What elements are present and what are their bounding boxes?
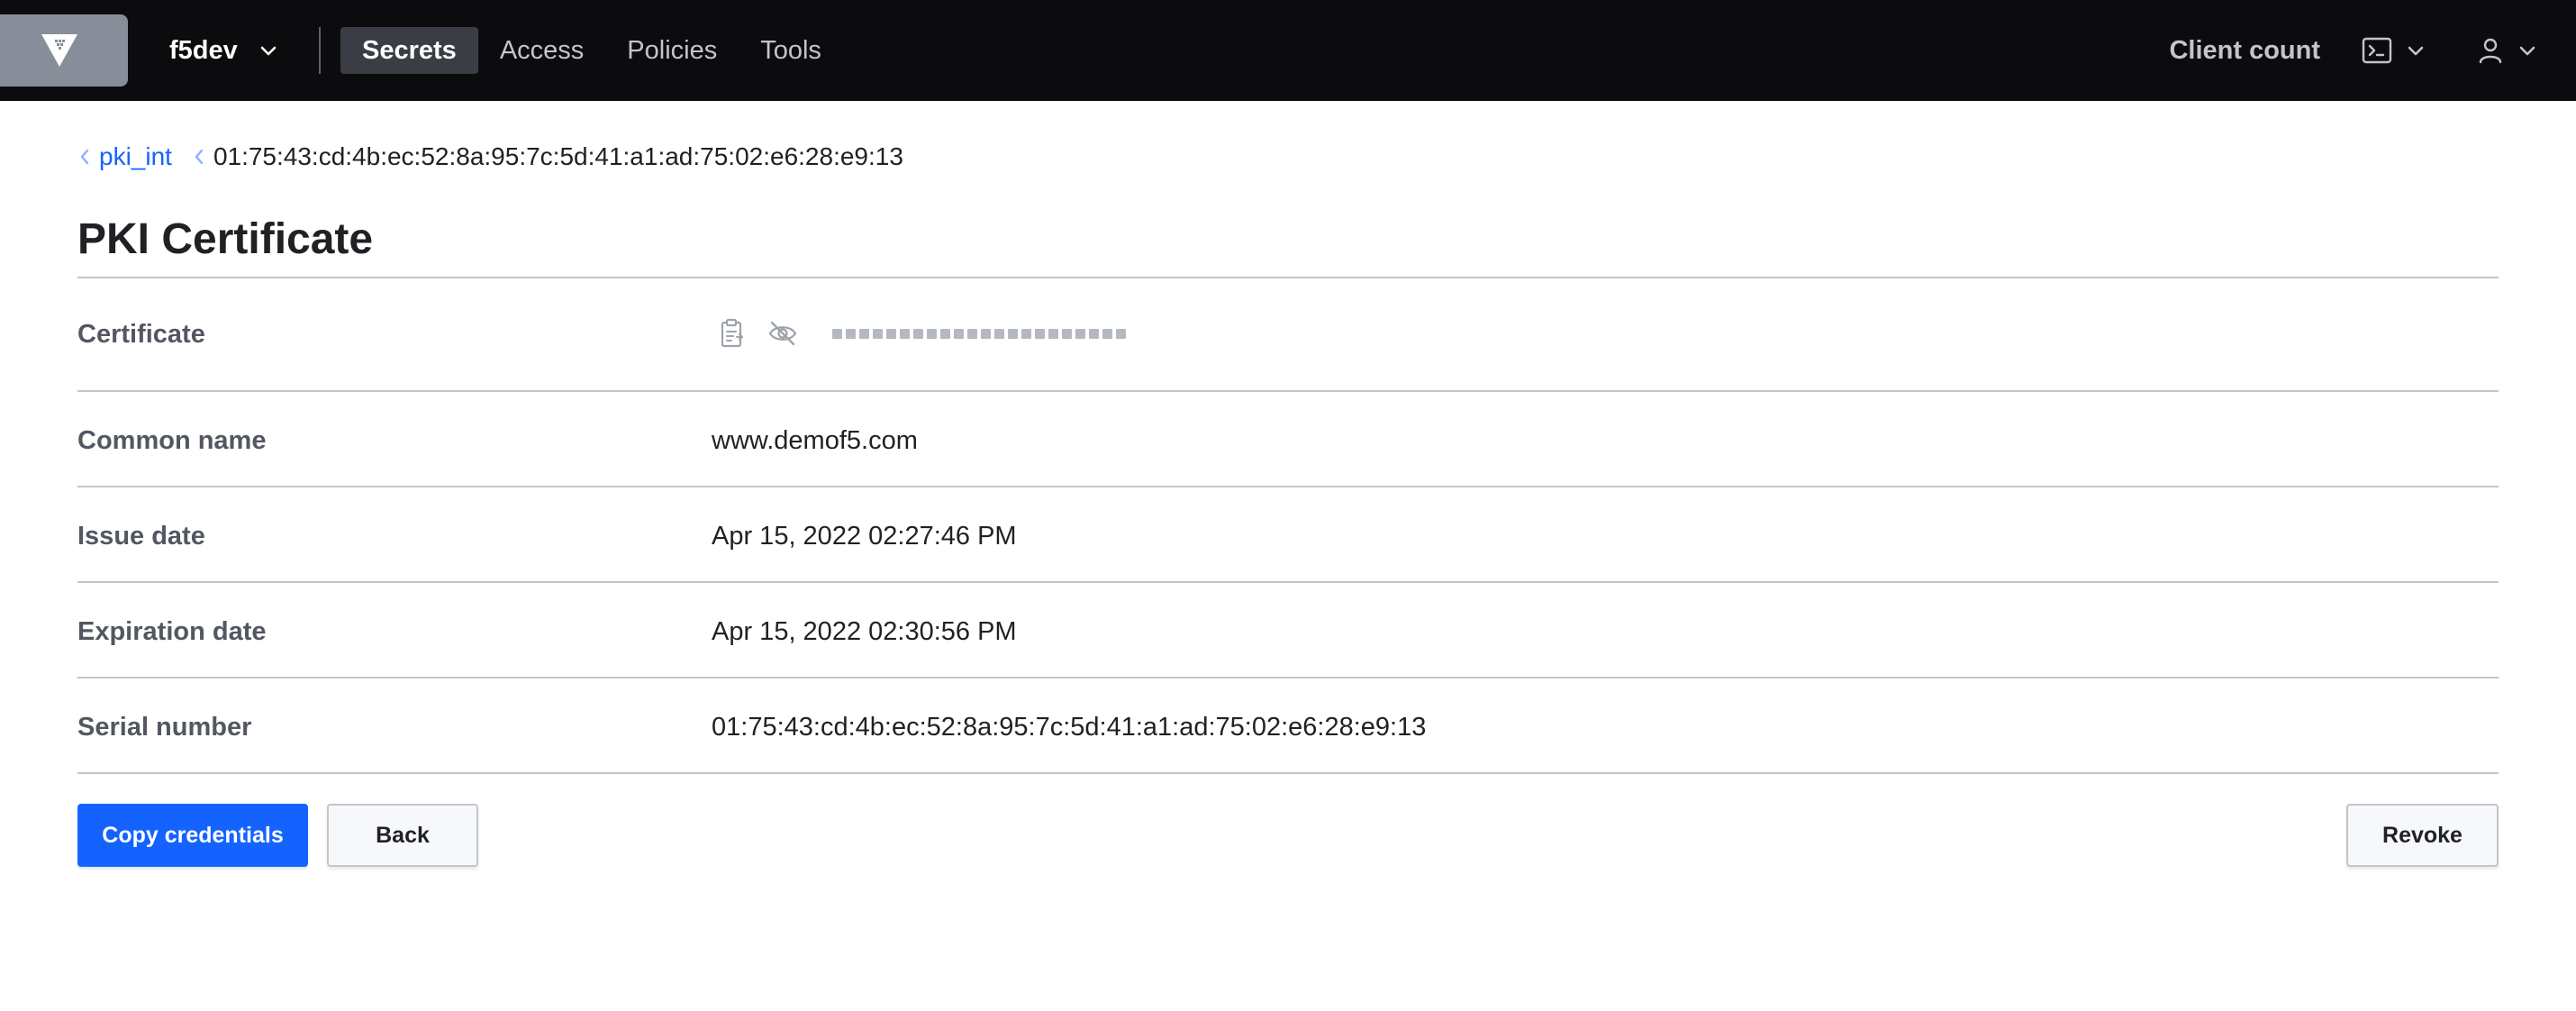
nav-divider — [319, 27, 321, 74]
user-menu-toggle[interactable] — [2477, 37, 2538, 64]
copy-clipboard-icon[interactable] — [719, 318, 746, 349]
breadcrumb: pki_int 01:75:43:cd:4b:ec:52:8a:95:7c:5d… — [77, 142, 903, 171]
nav-link-secrets[interactable]: Secrets — [340, 27, 478, 74]
eye-off-icon[interactable] — [767, 320, 798, 347]
client-count-link[interactable]: Client count — [2169, 36, 2320, 66]
info-row-expiration-date: Expiration date Apr 15, 2022 02:30:56 PM — [77, 583, 2499, 679]
info-value-issue-date: Apr 15, 2022 02:27:46 PM — [712, 522, 1017, 551]
info-label: Common name — [77, 426, 267, 455]
page-title: PKI Certificate — [77, 215, 374, 263]
user-icon — [2479, 38, 2502, 64]
back-button[interactable]: Back — [327, 804, 478, 867]
console-menu-toggle[interactable] — [2362, 37, 2426, 64]
chevron-down-icon — [260, 46, 277, 56]
copy-credentials-button[interactable]: Copy credentials — [77, 804, 308, 867]
info-row-serial-number: Serial number 01:75:43:cd:4b:ec:52:8a:95… — [77, 679, 2499, 774]
nav-link-policies[interactable]: Policies — [605, 27, 739, 74]
info-row-issue-date: Issue date Apr 15, 2022 02:27:46 PM — [77, 487, 2499, 583]
nav-link-tools[interactable]: Tools — [739, 27, 843, 74]
chevron-left-icon — [192, 146, 204, 168]
info-row-certificate: Certificate — [77, 278, 2499, 392]
masked-dots — [832, 328, 1126, 339]
info-label: Certificate — [77, 320, 205, 349]
vault-logo-icon — [41, 34, 77, 67]
breadcrumb-current: 01:75:43:cd:4b:ec:52:8a:95:7c:5d:41:a1:a… — [213, 142, 903, 170]
chevron-left-icon — [77, 146, 90, 168]
namespace-name: f5dev — [169, 35, 238, 65]
breadcrumb-link-pki-int[interactable]: pki_int — [99, 142, 172, 171]
console-icon — [2362, 37, 2392, 64]
nav-right: Client count — [2169, 27, 2576, 74]
nav-link-access[interactable]: Access — [478, 27, 605, 74]
vault-logo-button[interactable] — [0, 14, 128, 87]
info-label: Issue date — [77, 522, 205, 551]
chevron-down-icon — [2408, 46, 2424, 56]
namespace-switcher[interactable]: f5dev — [169, 27, 279, 74]
info-value-common-name: www.demof5.com — [712, 426, 918, 455]
info-value-expiration-date: Apr 15, 2022 02:30:56 PM — [712, 617, 1017, 646]
main-nav: Secrets Access Policies Tools — [340, 27, 843, 74]
info-row-common-name: Common name www.demof5.com — [77, 392, 2499, 487]
top-navigation-bar: f5dev Secrets Access Policies Tools Clie… — [0, 0, 2576, 101]
masked-certificate-value — [719, 318, 1126, 349]
revoke-button[interactable]: Revoke — [2346, 804, 2499, 867]
info-label: Expiration date — [77, 617, 267, 646]
info-label: Serial number — [77, 713, 252, 742]
info-value-serial-number: 01:75:43:cd:4b:ec:52:8a:95:7c:5d:41:a1:a… — [712, 713, 1427, 742]
chevron-down-icon — [2519, 46, 2535, 56]
